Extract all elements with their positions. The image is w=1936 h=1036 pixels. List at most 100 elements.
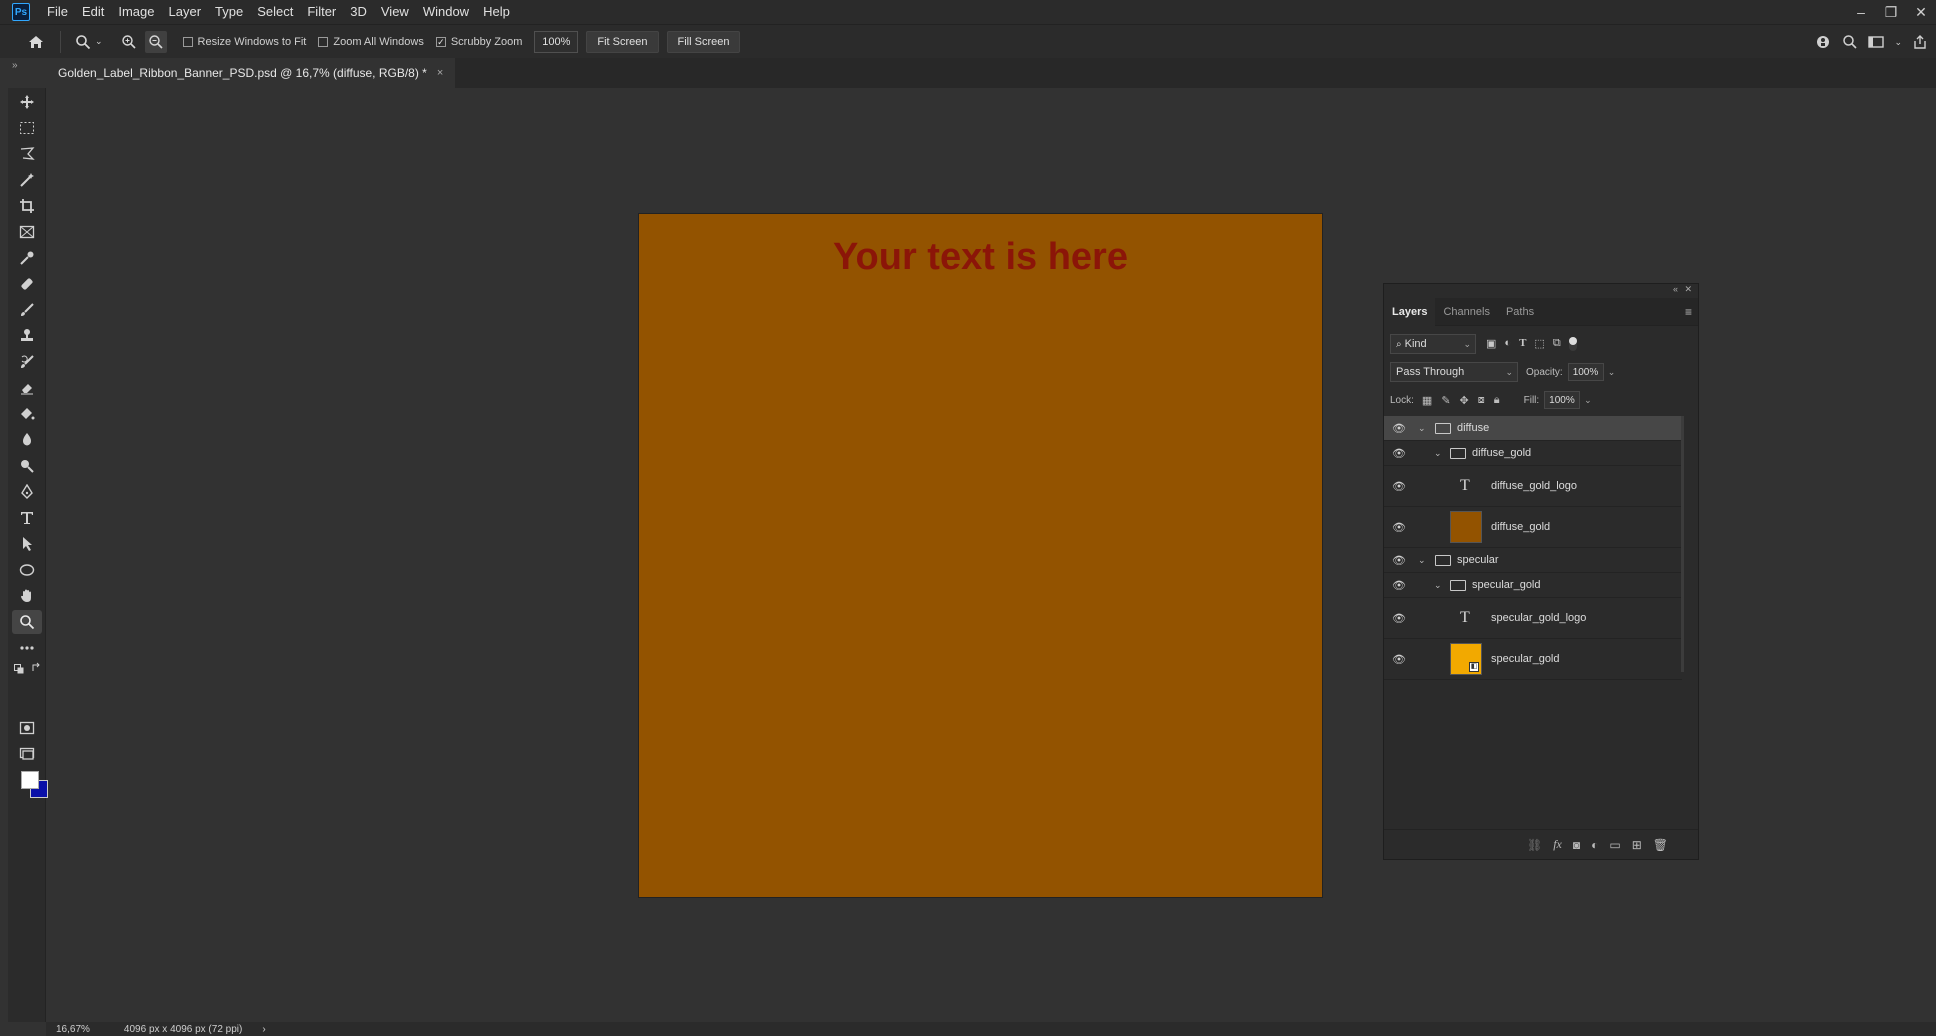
- add-mask-icon[interactable]: ◙: [1573, 838, 1580, 852]
- swap-colors-icon[interactable]: [31, 662, 42, 676]
- lock-image-icon[interactable]: ✎: [1441, 394, 1450, 407]
- chevron-down-icon[interactable]: ⌄: [1434, 448, 1442, 459]
- visibility-eye-icon[interactable]: 👁︎: [1392, 521, 1406, 534]
- home-icon[interactable]: [26, 35, 46, 49]
- filter-toggle-icon[interactable]: [1568, 337, 1577, 351]
- zoom-out-icon[interactable]: [144, 30, 167, 53]
- layer-row-diffuse-gold-logo[interactable]: 👁︎ T diffuse_gold_logo: [1384, 466, 1682, 507]
- blur-tool-icon[interactable]: [12, 428, 42, 452]
- chevron-down-icon[interactable]: ⌄: [1418, 555, 1426, 566]
- menu-window[interactable]: Window: [416, 0, 476, 24]
- menu-3d[interactable]: 3D: [343, 0, 374, 24]
- visibility-eye-icon[interactable]: 👁︎: [1392, 447, 1406, 460]
- default-colors-icon[interactable]: [14, 663, 24, 677]
- scrubby-zoom-checkbox[interactable]: ✓ Scrubby Zoom: [435, 36, 522, 48]
- quick-mask-icon[interactable]: [12, 716, 42, 740]
- chevron-down-icon[interactable]: ⌄: [95, 36, 103, 47]
- resize-windows-checkbox[interactable]: Resize Windows to Fit: [182, 36, 306, 48]
- layer-row-diffuse-gold-pixel[interactable]: 👁︎ diffuse_gold: [1384, 507, 1682, 548]
- layer-row-specular[interactable]: 👁︎ ⌄ specular: [1384, 548, 1682, 573]
- chevron-down-icon[interactable]: ⌄: [1584, 395, 1592, 406]
- menu-file[interactable]: File: [40, 0, 75, 24]
- lasso-tool-icon[interactable]: [12, 142, 42, 166]
- frame-tool-icon[interactable]: [12, 220, 42, 244]
- dodge-tool-icon[interactable]: [12, 454, 42, 478]
- close-panel-icon[interactable]: ✕: [1684, 284, 1692, 295]
- restore-button[interactable]: ❐: [1876, 0, 1906, 24]
- eraser-icon[interactable]: [12, 376, 42, 400]
- more-tools-icon[interactable]: [12, 636, 42, 660]
- fx-icon[interactable]: fx: [1553, 837, 1562, 852]
- collapse-panel-icon[interactable]: «: [1673, 284, 1678, 294]
- crop-tool-icon[interactable]: [12, 194, 42, 218]
- move-tool-icon[interactable]: [12, 90, 42, 114]
- filter-pixel-icon[interactable]: ▣: [1486, 337, 1496, 351]
- lock-all-icon[interactable]: 🔒︎: [1494, 394, 1500, 407]
- lock-position-icon[interactable]: ✥: [1460, 394, 1469, 407]
- document-canvas[interactable]: Your text is here: [639, 214, 1322, 897]
- layer-row-diffuse[interactable]: 👁︎ ⌄ diffuse: [1384, 416, 1682, 441]
- panel-menu-icon[interactable]: ≡: [1685, 305, 1692, 319]
- zoom-tool-icon[interactable]: [12, 610, 42, 634]
- path-selection-icon[interactable]: [12, 532, 42, 556]
- fit-screen-button[interactable]: Fit Screen: [586, 30, 659, 53]
- chevron-down-icon[interactable]: ⌄: [1418, 423, 1426, 434]
- chevron-down-icon[interactable]: ⌄: [1608, 367, 1616, 378]
- filter-type-icon[interactable]: T: [1519, 337, 1526, 351]
- zoom-tool-preset-icon[interactable]: [75, 34, 91, 50]
- visibility-eye-icon[interactable]: 👁︎: [1392, 612, 1406, 625]
- checkbox-box[interactable]: [182, 36, 193, 47]
- menu-view[interactable]: View: [374, 0, 416, 24]
- menu-edit[interactable]: Edit: [75, 0, 111, 24]
- visibility-eye-icon[interactable]: 👁︎: [1392, 422, 1406, 435]
- document-tab[interactable]: Golden_Label_Ribbon_Banner_PSD.psd @ 16,…: [46, 58, 456, 88]
- close-window-button[interactable]: ✕: [1906, 0, 1936, 24]
- minimize-button[interactable]: –: [1846, 0, 1876, 24]
- checkbox-checked[interactable]: ✓: [435, 36, 446, 47]
- healing-brush-icon[interactable]: [12, 272, 42, 296]
- zoom-in-icon[interactable]: [121, 34, 137, 50]
- expand-panels-icon[interactable]: »: [12, 60, 18, 71]
- menu-help[interactable]: Help: [476, 0, 517, 24]
- link-layers-icon[interactable]: ⛓︎: [1527, 838, 1542, 852]
- zoom-level[interactable]: 16,67%: [56, 1024, 90, 1035]
- zoom-percent-field[interactable]: 100%: [534, 30, 579, 53]
- filter-shape-icon[interactable]: ⬚: [1534, 337, 1544, 351]
- type-tool-icon[interactable]: [12, 506, 42, 530]
- layer-row-specular-gold-smart[interactable]: 👁︎ ◧ specular_gold: [1384, 639, 1682, 680]
- filter-adjustment-icon[interactable]: ◐: [1504, 337, 1511, 351]
- lock-transparent-icon[interactable]: ▦: [1422, 394, 1432, 407]
- fill-field[interactable]: 100%: [1544, 391, 1581, 409]
- tab-layers[interactable]: Layers: [1384, 297, 1436, 326]
- visibility-eye-icon[interactable]: 👁︎: [1392, 653, 1406, 666]
- chevron-down-icon[interactable]: ⌄: [1894, 37, 1902, 48]
- layer-row-specular-gold-logo[interactable]: 👁︎ T specular_gold_logo: [1384, 598, 1682, 639]
- blend-mode-dropdown[interactable]: Pass Through ⌄: [1390, 362, 1518, 382]
- layer-row-diffuse-gold-group[interactable]: 👁︎ ⌄ diffuse_gold: [1384, 441, 1682, 466]
- close-tab-icon[interactable]: ×: [437, 67, 443, 79]
- share-icon[interactable]: [1912, 34, 1928, 50]
- pen-tool-icon[interactable]: [12, 480, 42, 504]
- layer-row-specular-gold-group[interactable]: 👁︎ ⌄ specular_gold: [1384, 573, 1682, 598]
- fill-screen-button[interactable]: Fill Screen: [666, 30, 741, 53]
- magic-wand-icon[interactable]: [12, 168, 42, 192]
- screen-mode-icon[interactable]: [12, 742, 42, 766]
- brush-tool-icon[interactable]: [12, 298, 42, 322]
- chevron-down-icon[interactable]: ⌄: [1434, 580, 1442, 591]
- history-brush-icon[interactable]: [12, 350, 42, 374]
- clone-stamp-icon[interactable]: [12, 324, 42, 348]
- visibility-eye-icon[interactable]: 👁︎: [1392, 480, 1406, 493]
- filter-smart-object-icon[interactable]: ⧉: [1553, 337, 1561, 351]
- tab-channels[interactable]: Channels: [1435, 298, 1497, 326]
- menu-select[interactable]: Select: [250, 0, 300, 24]
- eyedropper-icon[interactable]: [12, 246, 42, 270]
- paint-bucket-icon[interactable]: [12, 402, 42, 426]
- rectangular-marquee-icon[interactable]: [12, 116, 42, 140]
- opacity-field[interactable]: 100%: [1567, 363, 1604, 381]
- checkbox-box[interactable]: [318, 36, 329, 47]
- workspace-icon[interactable]: [1868, 35, 1885, 49]
- layers-scrollbar[interactable]: [1681, 416, 1684, 672]
- foreground-color-swatch[interactable]: [21, 771, 39, 789]
- adjustment-layer-icon[interactable]: ◐: [1591, 838, 1598, 852]
- delete-layer-icon[interactable]: 🗑︎: [1653, 838, 1668, 852]
